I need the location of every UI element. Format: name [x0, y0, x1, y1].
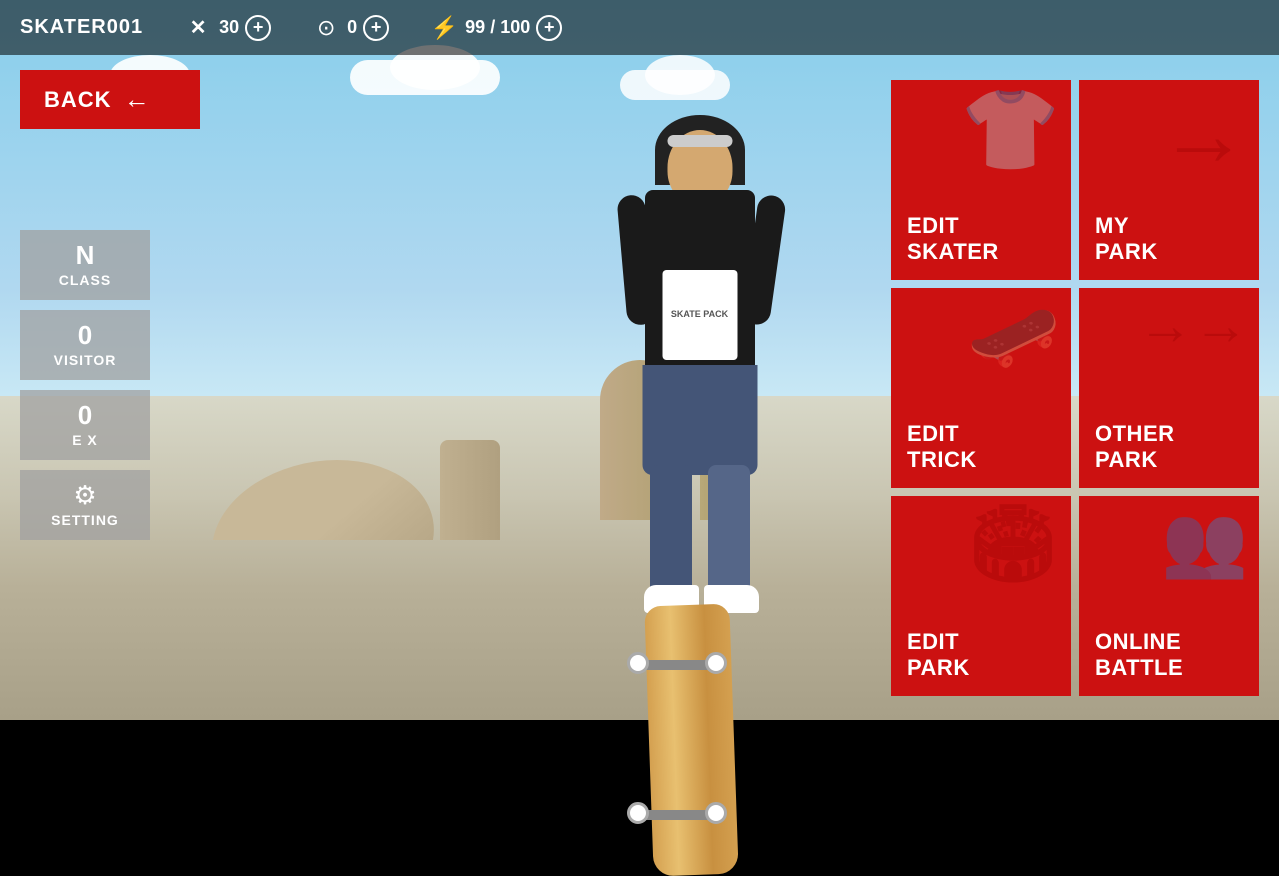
skater-body: SKATE PACK	[645, 190, 755, 370]
other-park-button[interactable]: →→ OTHER PARK	[1079, 288, 1259, 488]
x-icon: ✕	[183, 13, 213, 43]
visitor-card: 0 VISITOR	[20, 310, 150, 380]
energy-add-button[interactable]: +	[536, 15, 562, 41]
wheel-tr	[705, 652, 727, 674]
class-card: N CLASS	[20, 230, 150, 300]
topbar: SKATER001 ✕ 30 + ⊙ 0 + ⚡ 99 / 100 +	[0, 0, 1279, 55]
my-park-label: MY PARK	[1095, 213, 1243, 264]
edit-park-icon: 🏟	[965, 506, 1061, 581]
skater-leg-left	[650, 465, 692, 595]
ex-label: E X	[30, 432, 140, 448]
online-battle-button[interactable]: 👥 ONLINE BATTLE	[1079, 496, 1259, 696]
gear-icon: ⚙	[73, 482, 96, 508]
currency-coin-value: 0	[347, 17, 357, 38]
setting-card[interactable]: ⚙ SETTING	[20, 470, 150, 540]
other-park-icon: →→	[1138, 298, 1249, 353]
cloud	[645, 55, 715, 95]
online-battle-label: ONLINE BATTLE	[1095, 629, 1243, 680]
headband	[667, 135, 732, 147]
skater-figure: SKATE PACK	[600, 130, 800, 650]
other-park-label: OTHER PARK	[1095, 421, 1243, 472]
currency-coin-add-button[interactable]: +	[363, 15, 389, 41]
class-value: N	[30, 242, 140, 268]
my-park-button[interactable]: → MY PARK	[1079, 80, 1259, 280]
ex-value: 0	[30, 402, 140, 428]
coin-icon: ⊙	[311, 13, 341, 43]
menu-grid: 👕 EDIT SKATER → MY PARK 🛹 EDIT TRICK →→ …	[891, 80, 1259, 696]
left-stats-panel: N CLASS 0 VISITOR 0 E X ⚙ SETTING	[20, 230, 150, 540]
back-label: BACK	[44, 87, 112, 113]
edit-trick-icon: 🛹	[967, 298, 1061, 373]
player-name: SKATER001	[20, 16, 143, 39]
energy-icon: ⚡	[429, 13, 459, 43]
online-battle-icon: 👥	[1161, 506, 1249, 576]
edit-skater-label: EDIT SKATER	[907, 213, 1055, 264]
back-arrow-icon: ←	[124, 84, 151, 115]
currency-x-value: 30	[219, 17, 239, 38]
energy-group: ⚡ 99 / 100 +	[429, 13, 562, 43]
skater-leg-right	[708, 465, 750, 595]
visitor-value: 0	[30, 322, 140, 348]
wheel-bl	[627, 802, 649, 824]
currency-x-group: ✕ 30 +	[183, 13, 271, 43]
shirt-text: SKATE PACK	[671, 310, 728, 320]
my-park-icon: →	[1159, 90, 1250, 180]
skateboard	[644, 604, 738, 876]
currency-x-add-button[interactable]: +	[245, 15, 271, 41]
edit-trick-button[interactable]: 🛹 EDIT TRICK	[891, 288, 1071, 488]
wheel-tl	[627, 652, 649, 674]
ramp3	[440, 440, 500, 540]
wheel-br	[705, 802, 727, 824]
edit-skater-button[interactable]: 👕 EDIT SKATER	[891, 80, 1071, 280]
skater-shorts	[642, 365, 757, 475]
edit-skater-icon: 👕	[961, 90, 1061, 170]
back-button[interactable]: BACK ←	[20, 70, 200, 129]
edit-trick-label: EDIT TRICK	[907, 421, 1055, 472]
energy-value: 99 / 100	[465, 17, 530, 38]
setting-label: SETTING	[51, 512, 119, 528]
currency-coin-group: ⊙ 0 +	[311, 13, 389, 43]
visitor-label: VISITOR	[30, 352, 140, 368]
skater-character: SKATE PACK	[550, 90, 850, 650]
edit-park-button[interactable]: 🏟 EDIT PARK	[891, 496, 1071, 696]
edit-park-label: EDIT PARK	[907, 629, 1055, 680]
skater-shirt: SKATE PACK	[662, 270, 737, 360]
ex-card: 0 E X	[20, 390, 150, 460]
class-label: CLASS	[30, 272, 140, 288]
